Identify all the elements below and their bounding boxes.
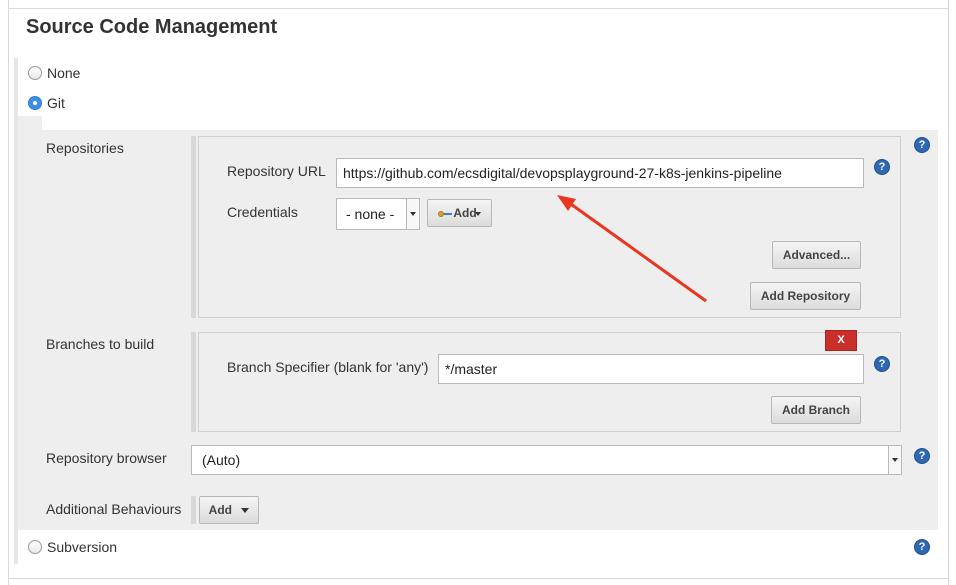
repository-browser-help-icon[interactable]: ? [914,448,930,464]
section-title: Source Code Management [26,16,278,38]
credentials-select-arrow-icon[interactable] [406,199,419,229]
frame-bottom-border [8,578,948,579]
repository-url-label: Repository URL [227,163,326,179]
additional-behaviours-label: Additional Behaviours [46,501,182,517]
branch-specifier-help-icon[interactable]: ? [874,356,890,372]
radio-git[interactable] [28,96,42,110]
frame-top-border [8,8,948,9]
branches-label: Branches to build [46,336,155,352]
radio-none-label[interactable]: None [47,65,80,81]
git-config-indent [18,116,42,530]
repository-browser-arrow-icon[interactable] [888,446,901,474]
credentials-select[interactable]: - none - [336,198,420,230]
repository-browser-value: (Auto) [202,452,241,468]
radio-git-label[interactable]: Git [47,95,65,111]
add-branch-button[interactable]: Add Branch [771,396,861,424]
radio-none[interactable] [28,66,42,80]
add-credentials-label: Add [453,206,477,220]
radio-subversion[interactable] [28,540,42,554]
add-behaviour-caret-icon [241,508,250,514]
add-credentials-button[interactable]: Add [427,199,492,227]
repository-url-help-icon[interactable]: ? [874,159,890,175]
add-behaviour-button[interactable]: Add [199,496,259,524]
branch-specifier-label: Branch Specifier (blank for 'any') [227,359,429,375]
credentials-label: Credentials [227,204,298,220]
frame-right-border [948,0,949,585]
repositories-help-icon[interactable]: ? [914,137,930,153]
radio-subversion-label[interactable]: Subversion [47,539,117,555]
branches-box-bar [191,332,196,432]
add-credentials-caret-icon [474,211,481,216]
repository-browser-select[interactable]: (Auto) [191,445,902,475]
subversion-help-icon[interactable]: ? [914,539,930,555]
credentials-select-value: - none - [346,206,395,222]
add-repository-button[interactable]: Add Repository [750,282,861,310]
repository-browser-label: Repository browser [46,450,167,466]
repositories-label: Repositories [46,140,124,156]
repositories-box-bar [191,136,196,318]
advanced-button[interactable]: Advanced... [772,241,861,269]
key-icon [438,209,453,219]
delete-branch-button[interactable]: X [825,330,857,351]
add-behaviour-label: Add [208,503,232,517]
frame-left-border [8,0,9,585]
annotation-arrow-icon [557,195,707,303]
branch-specifier-input[interactable]: */master [438,354,864,384]
additional-behaviours-bar [191,496,196,524]
repository-url-input[interactable]: https://github.com/ecsdigital/devopsplay… [336,158,864,188]
